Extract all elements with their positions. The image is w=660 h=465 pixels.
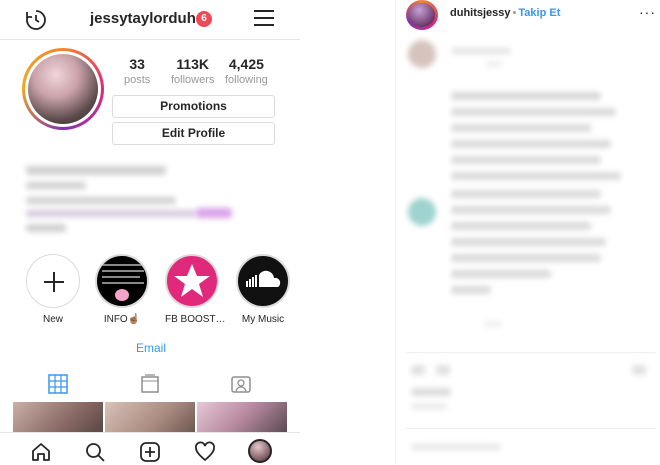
post-avatar[interactable] bbox=[406, 0, 438, 30]
comment-text-blurred bbox=[451, 156, 601, 164]
highlight-info-label: INFO☝🏽 bbox=[103, 314, 141, 325]
comment-text-blurred bbox=[451, 92, 601, 100]
comment-text-blurred bbox=[451, 206, 611, 214]
follow-button[interactable]: Takip Et bbox=[518, 7, 560, 19]
comment-text-blurred bbox=[451, 238, 606, 246]
divider bbox=[406, 352, 656, 353]
profile-avatar[interactable] bbox=[22, 48, 104, 130]
comment-avatar-blurred bbox=[408, 198, 436, 226]
tagged-icon[interactable] bbox=[231, 374, 251, 394]
highlight-fb-boost-label: FB BOOST… bbox=[165, 314, 226, 325]
heart-icon[interactable] bbox=[194, 441, 216, 463]
likes-blurred bbox=[411, 388, 451, 396]
comment-text-blurred bbox=[451, 270, 551, 278]
comment-text-blurred bbox=[451, 140, 611, 148]
add-post-icon[interactable] bbox=[139, 441, 161, 463]
action-icons-blurred bbox=[436, 365, 450, 375]
comment-text-blurred bbox=[451, 254, 601, 262]
post-separator: • bbox=[512, 7, 517, 19]
grid-post[interactable] bbox=[13, 402, 103, 432]
heart-icon bbox=[115, 289, 129, 301]
promotions-button[interactable]: Promotions bbox=[112, 95, 275, 118]
edit-profile-button[interactable]: Edit Profile bbox=[112, 122, 275, 145]
comment-text-blurred bbox=[451, 124, 591, 132]
notification-badge: 6 bbox=[196, 11, 212, 27]
profile-panel: jessytaylorduh 6 33 posts 113K followers… bbox=[0, 0, 300, 465]
bio-line-blurred bbox=[26, 197, 176, 204]
grid-post[interactable] bbox=[105, 402, 195, 432]
stat-following-label: following bbox=[225, 74, 268, 86]
highlight-info[interactable]: INFO☝🏽 bbox=[95, 254, 149, 325]
comment-text-blurred bbox=[451, 286, 491, 294]
bio-link-blurred bbox=[26, 224, 66, 232]
bio-line-blurred bbox=[26, 182, 86, 189]
star-icon bbox=[174, 264, 210, 297]
stat-followers-value: 113K bbox=[176, 56, 210, 72]
plus-icon bbox=[44, 272, 64, 292]
stat-posts-value: 33 bbox=[129, 56, 145, 72]
home-icon[interactable] bbox=[30, 441, 52, 463]
comment-text-blurred bbox=[451, 222, 591, 230]
highlight-my-music-label: My Music bbox=[241, 314, 285, 325]
highlight-my-music[interactable]: My Music bbox=[236, 254, 290, 325]
comment-avatar-blurred bbox=[408, 40, 436, 68]
bio-emoji-blurred bbox=[196, 208, 232, 218]
stat-followers[interactable]: 113K followers bbox=[171, 56, 214, 86]
profile-username[interactable]: jessytaylorduh bbox=[90, 10, 196, 27]
bottom-nav bbox=[0, 432, 300, 465]
post-panel: duhitsjessy • Takip Et ··· bbox=[395, 0, 660, 465]
highlight-new-circle bbox=[26, 254, 80, 308]
stat-following-value: 4,425 bbox=[228, 56, 264, 72]
posts-grid bbox=[13, 402, 288, 432]
profile-topbar: jessytaylorduh 6 bbox=[0, 0, 300, 40]
menu-icon[interactable] bbox=[254, 10, 274, 28]
email-link[interactable]: Email bbox=[136, 341, 166, 355]
screen: jessytaylorduh 6 33 posts 113K followers… bbox=[0, 0, 660, 465]
history-icon[interactable] bbox=[24, 8, 48, 32]
stat-posts-label: posts bbox=[124, 74, 151, 86]
more-options-icon[interactable]: ··· bbox=[639, 4, 656, 20]
search-icon[interactable] bbox=[84, 441, 106, 463]
comment-input-blurred bbox=[411, 444, 501, 450]
soundcloud-icon bbox=[246, 270, 281, 287]
igtv-icon[interactable] bbox=[140, 374, 160, 394]
profile-photo bbox=[28, 54, 98, 124]
comment-text-blurred bbox=[451, 190, 601, 198]
comment-text-blurred bbox=[451, 172, 621, 180]
post-username[interactable]: duhitsjessy bbox=[450, 7, 511, 19]
highlight-my-music-circle bbox=[236, 254, 290, 308]
action-icons-blurred bbox=[632, 365, 646, 375]
timestamp-blurred bbox=[411, 404, 447, 409]
comment-text-blurred bbox=[486, 62, 502, 66]
stat-following[interactable]: 4,425 following bbox=[225, 56, 268, 86]
profile-avatar[interactable] bbox=[248, 439, 272, 463]
highlight-new[interactable]: New bbox=[26, 254, 80, 325]
comment-text-blurred bbox=[484, 322, 502, 326]
comment-text-blurred bbox=[451, 108, 616, 116]
highlight-info-circle bbox=[95, 254, 149, 308]
bio-name-blurred bbox=[26, 166, 166, 175]
action-icons-blurred bbox=[411, 365, 425, 375]
highlight-fb-boost-circle bbox=[165, 254, 219, 308]
stat-posts[interactable]: 33 posts bbox=[124, 56, 150, 86]
grid-post[interactable] bbox=[197, 402, 287, 432]
divider bbox=[406, 428, 656, 429]
highlight-fb-boost[interactable]: FB BOOST… bbox=[165, 254, 226, 325]
post-header: duhitsjessy • Takip Et bbox=[450, 7, 560, 19]
bio-line-blurred bbox=[26, 210, 196, 217]
stat-followers-label: followers bbox=[171, 74, 215, 86]
highlight-new-label: New bbox=[42, 314, 63, 325]
comment-text-blurred bbox=[451, 48, 511, 54]
grid-icon[interactable] bbox=[48, 374, 68, 394]
